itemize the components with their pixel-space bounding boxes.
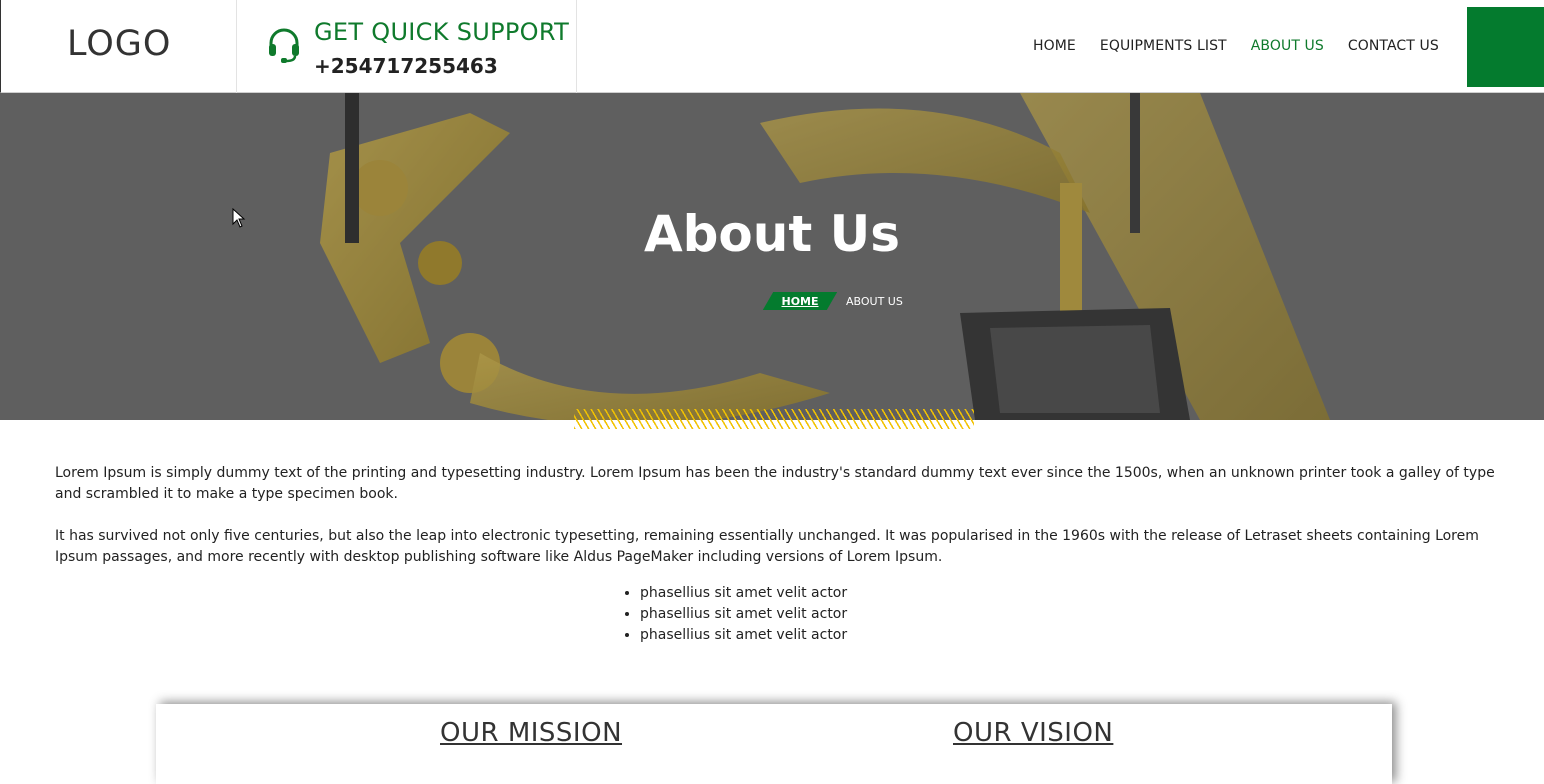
about-paragraph-2: It has survived not only five centuries,…	[55, 528, 1479, 565]
decorative-hatch-divider	[574, 409, 974, 429]
nav-equipments-list[interactable]: EQUIPMENTS LIST	[1100, 38, 1227, 54]
breadcrumb-home[interactable]: HOME	[768, 292, 832, 310]
breadcrumb-current: ABOUT US	[846, 294, 903, 308]
feature-list: phasellius sit amet velit actor phaselli…	[622, 583, 847, 646]
list-item: phasellius sit amet velit actor	[640, 604, 847, 625]
nav-home[interactable]: HOME	[1033, 38, 1076, 54]
site-header: LOGO GET QUICK SUPPORT +254717255463 HOM…	[0, 0, 1544, 93]
site-logo[interactable]: LOGO	[67, 24, 171, 64]
list-item: phasellius sit amet velit actor	[640, 625, 847, 646]
breadcrumb: HOME ABOUT US	[768, 292, 903, 310]
nav-about-us[interactable]: ABOUT US	[1251, 38, 1324, 54]
headset-icon	[269, 28, 299, 63]
mission-vision-card: OUR MISSION OUR VISION	[156, 704, 1392, 784]
breadcrumb-home-label[interactable]: HOME	[781, 295, 818, 308]
nav-contact-us[interactable]: CONTACT US	[1348, 38, 1439, 54]
list-item: phasellius sit amet velit actor	[640, 583, 847, 604]
vision-heading: OUR VISION	[953, 718, 1114, 748]
support-phone[interactable]: +254717255463	[314, 54, 498, 78]
mission-heading: OUR MISSION	[440, 718, 623, 748]
support-title: GET QUICK SUPPORT	[314, 18, 570, 46]
hero-banner: About Us HOME ABOUT US	[0, 93, 1544, 420]
header-cta-button[interactable]	[1467, 7, 1544, 87]
quick-support: GET QUICK SUPPORT +254717255463	[236, 0, 577, 93]
main-nav: HOME EQUIPMENTS LIST ABOUT US CONTACT US	[1033, 38, 1463, 54]
about-paragraph-1: Lorem Ipsum is simply dummy text of the …	[55, 465, 1495, 502]
mouse-cursor-icon	[232, 208, 246, 228]
